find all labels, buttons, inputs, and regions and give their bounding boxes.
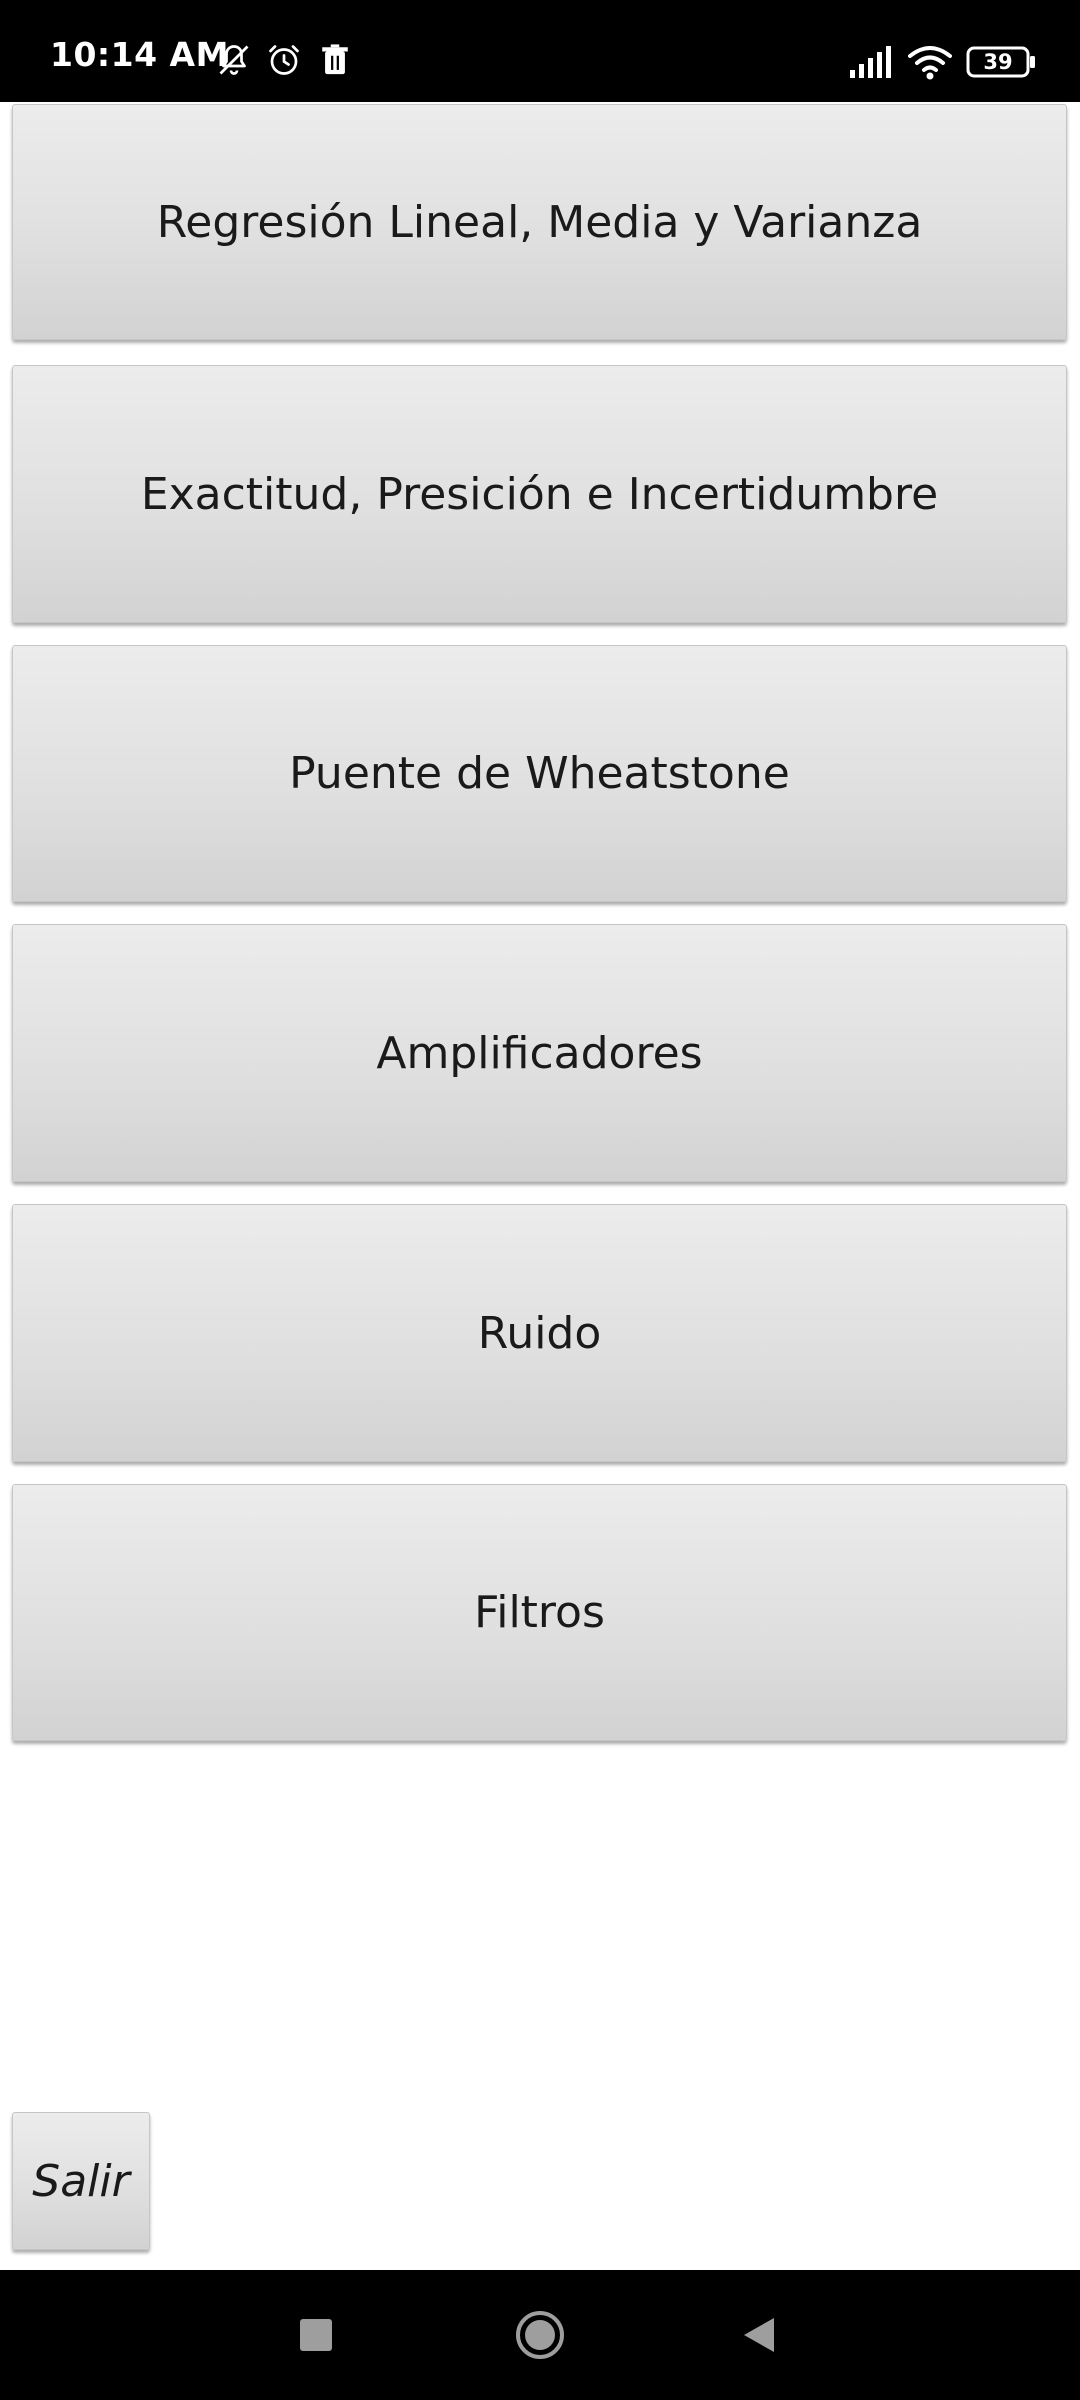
signal-icon bbox=[850, 46, 891, 78]
wheatstone-button-label: Puente de Wheatstone bbox=[289, 748, 790, 799]
recents-button[interactable] bbox=[256, 2270, 376, 2400]
home-circle-icon bbox=[516, 2311, 564, 2359]
filtros-button-label: Filtros bbox=[474, 1587, 605, 1638]
wheatstone-button[interactable]: Puente de Wheatstone bbox=[12, 645, 1067, 902]
regresion-button[interactable]: Regresión Lineal, Media y Varianza bbox=[12, 104, 1067, 340]
delete-icon bbox=[322, 44, 348, 75]
mute-bell-icon bbox=[219, 45, 249, 75]
home-button[interactable] bbox=[480, 2270, 600, 2400]
exactitud-button[interactable]: Exactitud, Presición e Incertidumbre bbox=[12, 365, 1067, 623]
back-triangle-icon bbox=[744, 2318, 774, 2352]
salir-button-label: Salir bbox=[32, 2155, 130, 2207]
recents-square-icon bbox=[300, 2319, 332, 2351]
wifi-icon bbox=[908, 46, 952, 80]
battery-level: 39 bbox=[983, 50, 1013, 74]
exactitud-button-label: Exactitud, Presición e Incertidumbre bbox=[140, 468, 939, 520]
ruido-button-label: Ruido bbox=[477, 1307, 602, 1359]
regresion-button-label: Regresión Lineal, Media y Varianza bbox=[156, 196, 923, 248]
status-time: 10:14 AM bbox=[50, 35, 229, 74]
battery-icon: 39 bbox=[966, 46, 1036, 78]
status-bar: 10:14 AM 39 bbox=[0, 0, 1080, 102]
amplificadores-button[interactable]: Amplificadores bbox=[12, 924, 1067, 1182]
salir-button[interactable]: Salir bbox=[12, 2112, 150, 2250]
amplificadores-button-label: Amplificadores bbox=[376, 1027, 703, 1079]
back-button[interactable] bbox=[700, 2270, 820, 2400]
alarm-icon bbox=[269, 45, 299, 75]
ruido-button[interactable]: Ruido bbox=[12, 1204, 1067, 1462]
filtros-button[interactable]: Filtros bbox=[12, 1484, 1067, 1741]
navigation-bar bbox=[0, 2270, 1080, 2400]
